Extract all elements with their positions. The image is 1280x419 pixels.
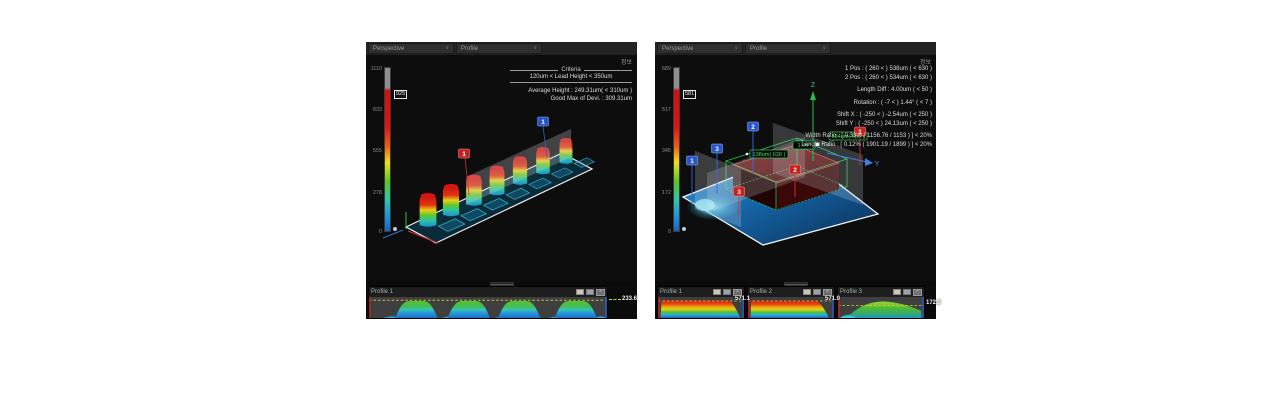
- colorbar-tick: 0: [370, 229, 382, 235]
- profile-chart[interactable]: [838, 297, 924, 318]
- criteria-title: Criteria: [561, 67, 580, 73]
- svg-text:3: 3: [737, 189, 741, 196]
- collapse-profile-button[interactable]: ⌃: [823, 289, 832, 296]
- profile-pane-1: Profile 1 ⌃: [368, 286, 608, 319]
- profile-tool-icon[interactable]: [576, 289, 584, 295]
- profile-title: Profile 1: [371, 289, 574, 295]
- info-label: 정보: [621, 57, 632, 66]
- shift-x-value: Shift X : ( -250 < ) -2.54um ( < 250 ): [801, 111, 932, 120]
- measure-label-pos1: 538um( 630 ): [746, 150, 788, 158]
- 3d-viewport[interactable]: 정보 689 517 345 172 0 581 1 Pos : ( 260 <…: [655, 55, 936, 282]
- threshold-value: 172.2: [926, 300, 941, 306]
- width-ratio-value: Width Ratio : [ 0.33% ( 1156.76 / 1153 )…: [801, 132, 932, 141]
- colorbar-tick: 278: [370, 190, 382, 196]
- colorbar-gradient: [384, 67, 391, 232]
- average-height-value: Average Height : 249.31um( < 310um ): [510, 87, 632, 95]
- good-max-devi-value: Good Max of Devi. : 309.31um: [510, 95, 632, 103]
- profile-tool-icon[interactable]: [723, 289, 731, 295]
- svg-text:1: 1: [462, 151, 466, 158]
- profile-tool-icon[interactable]: [586, 289, 594, 295]
- svg-text:2: 2: [793, 167, 797, 174]
- colorbar-tick: 172: [659, 190, 671, 196]
- profile-pane-2: Profile 2 ⌃: [747, 286, 835, 319]
- profile-tool-icon[interactable]: [713, 289, 721, 295]
- colorbar-gradient: [673, 67, 680, 232]
- profile-tool-icon[interactable]: [813, 289, 821, 295]
- height-colorbar: 1110 833 555 278 0 925: [370, 67, 416, 239]
- profile-tool-icon[interactable]: [803, 289, 811, 295]
- profile-pane-3: Profile 3 ⌃: [837, 286, 925, 319]
- inspection-panel-component: Perspective ∨ Profile ∨ 정보 689 517 345 1…: [655, 42, 936, 319]
- threshold-value: 233.6: [622, 296, 637, 302]
- profile-title: Profile 3: [840, 289, 891, 295]
- axis-y-label: Y: [875, 161, 880, 168]
- profile-chart[interactable]: [658, 297, 744, 318]
- criteria-range: 120um < Lead Height < 350um: [510, 73, 632, 83]
- measurement-block: 1 Pos : ( 260 < ) 538um ( < 630 ) 2 Pos …: [801, 65, 932, 149]
- length-ratio-value: Length Ratio : [ 0.12% ( 1901.19 / 1899 …: [801, 141, 932, 150]
- view-mode-select[interactable]: Perspective ∨: [368, 43, 454, 54]
- svg-text:3: 3: [715, 146, 719, 153]
- profile-mode-select[interactable]: Profile ∨: [745, 43, 831, 54]
- chevron-down-icon: ∨: [445, 46, 449, 51]
- profile-title: Profile 2: [750, 289, 801, 295]
- chevron-down-icon: ∨: [734, 46, 738, 51]
- view-toolbar: Perspective ∨ Profile ∨: [655, 42, 936, 55]
- colorbar-tick: 1110: [370, 66, 382, 72]
- shift-y-value: Shift Y : ( -250 < ) 24.13um ( < 250 ): [801, 120, 932, 129]
- profile-tool-icon[interactable]: [893, 289, 901, 295]
- rotation-value: Rotation : ( -7 < ) 1.44° ( < 7 ): [801, 99, 932, 108]
- colorbar-marker[interactable]: 581: [683, 90, 696, 99]
- colorbar-zero-handle[interactable]: [393, 227, 397, 231]
- profile-chart[interactable]: [748, 297, 834, 318]
- profile-pane-1: Profile 1 ⌃: [657, 286, 745, 319]
- colorbar-marker[interactable]: 925: [394, 90, 407, 99]
- view-mode-select[interactable]: Perspective ∨: [657, 43, 743, 54]
- profile-strip: Profile 1 ⌃: [655, 282, 936, 319]
- profile-chart[interactable]: [369, 297, 607, 318]
- chevron-down-icon: ∨: [533, 46, 537, 51]
- svg-text:1: 1: [541, 119, 545, 126]
- svg-text:538um( 630 ): 538um( 630 ): [753, 152, 786, 158]
- colorbar-tick: 689: [659, 66, 671, 72]
- profile-mode-select[interactable]: Profile ∨: [456, 43, 542, 54]
- collapse-profile-button[interactable]: ⌃: [913, 289, 922, 296]
- profile-title: Profile 1: [660, 289, 711, 295]
- height-colorbar: 689 517 345 172 0 581: [659, 67, 705, 239]
- profile-mode-label: Profile: [750, 46, 767, 52]
- profile-strip: Profile 1 ⌃: [366, 282, 637, 319]
- collapse-profile-button[interactable]: ⌃: [733, 289, 742, 296]
- pos2-value: 2 Pos : ( 260 < ) 534um ( < 630 ): [801, 74, 932, 83]
- 3d-viewport[interactable]: 정보 1110 833 555 278 0 925 Criteria 120um…: [366, 55, 637, 282]
- threshold-value: 571.0: [825, 296, 840, 302]
- collapse-profile-button[interactable]: ⌃: [596, 289, 605, 296]
- chevron-down-icon: ∨: [822, 46, 826, 51]
- colorbar-zero-handle[interactable]: [682, 227, 686, 231]
- profile-mode-label: Profile: [461, 46, 478, 52]
- length-diff-value: Length Diff : 4.00um ( < 50 ): [801, 86, 932, 95]
- threshold-dash-line: [609, 299, 621, 300]
- colorbar-tick: 555: [370, 148, 382, 154]
- colorbar-tick: 0: [659, 229, 671, 235]
- view-mode-label: Perspective: [373, 46, 404, 52]
- profile-tool-icon[interactable]: [903, 289, 911, 295]
- colorbar-tick: 517: [659, 107, 671, 113]
- view-mode-label: Perspective: [662, 46, 693, 52]
- criteria-block: Criteria 120um < Lead Height < 350um Ave…: [510, 67, 632, 103]
- view-toolbar: Perspective ∨ Profile ∨: [366, 42, 637, 55]
- pos1-value: 1 Pos : ( 260 < ) 538um ( < 630 ): [801, 65, 932, 74]
- colorbar-tick: 345: [659, 148, 671, 154]
- inspection-panel-lead-height: Perspective ∨ Profile ∨ 정보 1110 833 555 …: [366, 42, 637, 319]
- svg-text:2: 2: [751, 124, 755, 131]
- threshold-value: 571.1: [735, 296, 750, 302]
- colorbar-tick: 833: [370, 107, 382, 113]
